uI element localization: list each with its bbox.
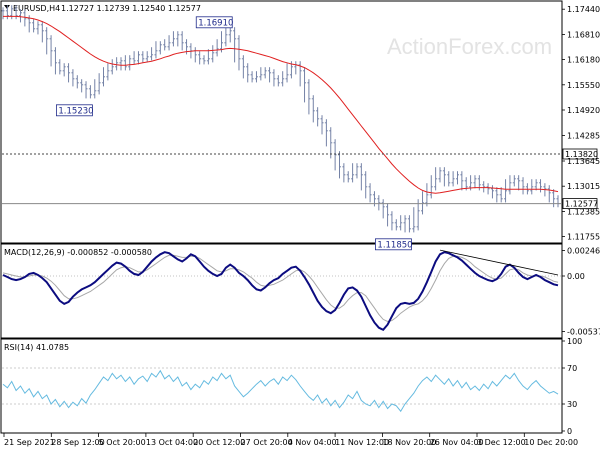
price-y-tick-label: 1.13645 bbox=[567, 157, 600, 166]
macd-title: MACD(12,26,9) -0.000852 -0.000580 bbox=[4, 248, 152, 257]
x-tick-label: 26 Nov 04:00 bbox=[430, 438, 484, 447]
macd-y-tick-label: 0.00 bbox=[567, 272, 585, 281]
chart-canvas: ActionForex.com EURUSD,H4 1.12727 1.1273… bbox=[0, 0, 600, 450]
x-tick-label: 20 Oct 12:00 bbox=[193, 438, 245, 447]
price-callout: 1.15230 bbox=[58, 106, 93, 116]
x-tick-label: 18 Nov 20:00 bbox=[382, 438, 436, 447]
macd-y-tick-label: -0.005375 bbox=[567, 328, 600, 337]
rsi-y-tick-label: 100 bbox=[567, 337, 582, 346]
price-y-tick-label: 1.17440 bbox=[567, 5, 600, 14]
rsi-title: RSI(14) 41.0785 bbox=[4, 343, 69, 352]
rsi-y-tick-label: 70 bbox=[567, 364, 577, 373]
price-y-tick-label: 1.16180 bbox=[567, 56, 600, 65]
x-tick-label: 27 Oct 20:00 bbox=[241, 438, 293, 447]
x-tick-label: 13 Oct 04:00 bbox=[146, 438, 198, 447]
price-y-tick-label: 1.13015 bbox=[567, 182, 600, 191]
price-y-tick-label: 1.16810 bbox=[567, 30, 600, 39]
rsi-y-tick-label: 30 bbox=[567, 400, 577, 409]
price-y-tick-label: 1.15550 bbox=[567, 81, 600, 90]
price-y-tick-label: 1.14285 bbox=[567, 131, 600, 140]
ohlc-label: 1.12727 1.12739 1.12540 1.12577 bbox=[61, 4, 201, 13]
price-y-tick-label: 1.12385 bbox=[567, 207, 600, 216]
price-y-tick-label: 1.14920 bbox=[567, 106, 600, 115]
x-tick-label: 21 Sep 2021 bbox=[4, 438, 55, 447]
x-tick-label: 3 Dec 12:00 bbox=[477, 438, 526, 447]
price-callout: 1.16910 bbox=[198, 18, 233, 28]
price-y-tick-label: 1.11755 bbox=[567, 233, 600, 242]
x-tick-label: 5 Oct 20:00 bbox=[99, 438, 146, 447]
rsi-y-tick-label: 0 bbox=[567, 427, 572, 436]
x-tick-label: 4 Nov 04:00 bbox=[288, 438, 337, 447]
x-tick-label: 28 Sep 12:00 bbox=[51, 438, 104, 447]
watermark: ActionForex.com bbox=[387, 34, 552, 59]
x-tick-label: 10 Dec 20:00 bbox=[524, 438, 578, 447]
price-callout: 1.11850 bbox=[377, 240, 412, 250]
x-tick-label: 11 Nov 12:00 bbox=[335, 438, 389, 447]
chart-header: EURUSD,H4 1.12727 1.12739 1.12540 1.1257… bbox=[4, 4, 201, 13]
macd-y-tick-label: 0.002469 bbox=[567, 246, 600, 255]
